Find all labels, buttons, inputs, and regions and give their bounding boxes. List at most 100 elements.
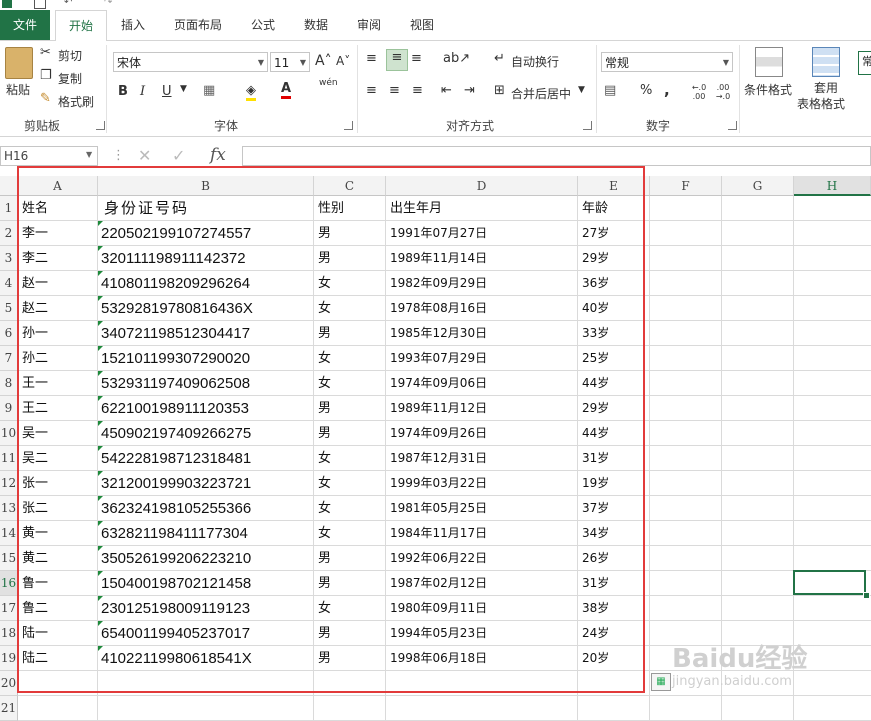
cell-name[interactable]: 王二 [22, 396, 98, 421]
name-box[interactable]: H16 [0, 146, 98, 166]
header-age[interactable]: 年龄 [582, 196, 650, 221]
header-name[interactable]: 姓名 [22, 196, 98, 221]
redo-icon[interactable]: ↷ [104, 0, 114, 8]
row-header-18[interactable]: 18 [0, 621, 18, 646]
cell-birth-date[interactable]: 1974年09月26日 [390, 421, 578, 446]
cell-birth-date[interactable]: 1987年02月12日 [390, 571, 578, 596]
cell-id-number[interactable]: 532931197409062508 [101, 371, 314, 396]
save-icon[interactable] [34, 0, 46, 9]
cell-id-number[interactable]: 41022119980618541X [101, 646, 314, 671]
cell-name[interactable]: 赵二 [22, 296, 98, 321]
row-header-20[interactable]: 20 [0, 671, 18, 696]
cell-gender[interactable]: 女 [318, 296, 386, 321]
row-header-15[interactable]: 15 [0, 546, 18, 571]
cell-birth-date[interactable]: 1978年08月16日 [390, 296, 578, 321]
error-indicator-icon[interactable] [98, 571, 103, 576]
conditional-format-button[interactable]: 条件格式 [744, 81, 792, 98]
error-indicator-icon[interactable] [98, 621, 103, 626]
cell-gender[interactable]: 女 [318, 446, 386, 471]
enter-icon[interactable]: ✓ [172, 146, 185, 165]
merge-center-button[interactable]: 合并后居中 [511, 85, 571, 102]
cell-name[interactable]: 陆二 [22, 646, 98, 671]
cell-id-number[interactable]: 542228198712318481 [101, 446, 314, 471]
cell-name[interactable]: 鲁一 [22, 571, 98, 596]
cell-age[interactable]: 26岁 [582, 546, 650, 571]
cell-gender[interactable]: 女 [318, 496, 386, 521]
cell-age[interactable]: 24岁 [582, 621, 650, 646]
underline-button[interactable]: U [162, 84, 172, 99]
worksheet-grid[interactable]: A B C D E F G H 1 2 3 4 5 6 7 8 9 10 11 12 13 14 15 16 17 18 19 20 2… [0, 176, 871, 721]
cell-name[interactable]: 黄二 [22, 546, 98, 571]
cell-id-number[interactable]: 362324198105255366 [101, 496, 314, 521]
error-indicator-icon[interactable] [98, 396, 103, 401]
format-painter-button[interactable]: 格式刷 [58, 93, 94, 110]
font-launcher-icon[interactable] [344, 121, 353, 130]
cancel-icon[interactable]: ✕ [138, 146, 151, 165]
cell-gender[interactable]: 男 [318, 396, 386, 421]
align-bottom-icon[interactable]: ≡ [411, 51, 422, 66]
paste-button[interactable]: 粘贴 [6, 81, 30, 98]
cell-name[interactable]: 赵一 [22, 271, 98, 296]
cell-style-button[interactable]: 常 [858, 51, 871, 75]
font-color-icon[interactable]: A [281, 81, 292, 99]
percent-button[interactable]: % [640, 83, 652, 98]
cell-age[interactable]: 44岁 [582, 371, 650, 396]
tab-page-layout[interactable]: 页面布局 [166, 10, 230, 40]
row-header-7[interactable]: 7 [0, 346, 18, 371]
cell-id-number[interactable]: 450902197409266275 [101, 421, 314, 446]
font-name-select[interactable]: 宋体 ▼ [113, 52, 268, 72]
cell-age[interactable]: 33岁 [582, 321, 650, 346]
cell-birth-date[interactable]: 1991年07月27日 [390, 221, 578, 246]
comma-button[interactable]: , [664, 81, 670, 99]
header-gender[interactable]: 性别 [318, 196, 386, 221]
error-indicator-icon[interactable] [98, 546, 103, 551]
tab-formulas[interactable]: 公式 [242, 10, 284, 40]
number-launcher-icon[interactable] [728, 121, 737, 130]
tab-review[interactable]: 审阅 [348, 10, 390, 40]
error-indicator-icon[interactable] [98, 496, 103, 501]
cell-id-number[interactable]: 53292819780816436X [101, 296, 314, 321]
align-top-icon[interactable]: ≡ [366, 51, 377, 66]
tab-insert[interactable]: 插入 [110, 10, 156, 40]
cell-birth-date[interactable]: 1982年09月29日 [390, 271, 578, 296]
error-indicator-icon[interactable] [98, 596, 103, 601]
cell-age[interactable]: 36岁 [582, 271, 650, 296]
cell-birth-date[interactable]: 1984年11月17日 [390, 521, 578, 546]
cell-gender[interactable]: 女 [318, 371, 386, 396]
row-header-16[interactable]: 16 [0, 571, 18, 596]
cell-name[interactable]: 吴二 [22, 446, 98, 471]
row-header-8[interactable]: 8 [0, 371, 18, 396]
row-header-6[interactable]: 6 [0, 321, 18, 346]
error-indicator-icon[interactable] [98, 246, 103, 251]
cell-age[interactable]: 34岁 [582, 521, 650, 546]
cell-id-number[interactable]: 152101199307290020 [101, 346, 314, 371]
column-header-d[interactable]: D [386, 176, 578, 196]
cell-age[interactable]: 19岁 [582, 471, 650, 496]
cell-id-number[interactable]: 320111198911142372 [101, 246, 314, 271]
tab-home[interactable]: 开始 [55, 10, 107, 42]
decrease-decimal-button[interactable]: .00 →.0 [714, 83, 732, 101]
number-format-select[interactable]: 常规 ▼ [601, 52, 733, 72]
error-indicator-icon[interactable] [98, 296, 103, 301]
row-header-3[interactable]: 3 [0, 246, 18, 271]
row-header-2[interactable]: 2 [0, 221, 18, 246]
cell-gender[interactable]: 女 [318, 271, 386, 296]
cell-birth-date[interactable]: 1985年12月30日 [390, 321, 578, 346]
error-indicator-icon[interactable] [98, 521, 103, 526]
paste-icon[interactable] [5, 47, 33, 79]
column-header-a[interactable]: A [18, 176, 98, 196]
cell-gender[interactable]: 男 [318, 421, 386, 446]
row-header-11[interactable]: 11 [0, 446, 18, 471]
row-header-9[interactable]: 9 [0, 396, 18, 421]
cell-id-number[interactable]: 340721198512304417 [101, 321, 314, 346]
cell-age[interactable]: 31岁 [582, 571, 650, 596]
row-header-14[interactable]: 14 [0, 521, 18, 546]
fill-handle[interactable] [863, 592, 870, 599]
cell-gender[interactable]: 男 [318, 621, 386, 646]
cell-gender[interactable]: 男 [318, 321, 386, 346]
cell-name[interactable]: 孙二 [22, 346, 98, 371]
cell-age[interactable]: 29岁 [582, 396, 650, 421]
tab-view[interactable]: 视图 [401, 10, 443, 40]
cell-birth-date[interactable]: 1992年06月22日 [390, 546, 578, 571]
increase-font-icon[interactable]: A˄ [315, 53, 332, 69]
